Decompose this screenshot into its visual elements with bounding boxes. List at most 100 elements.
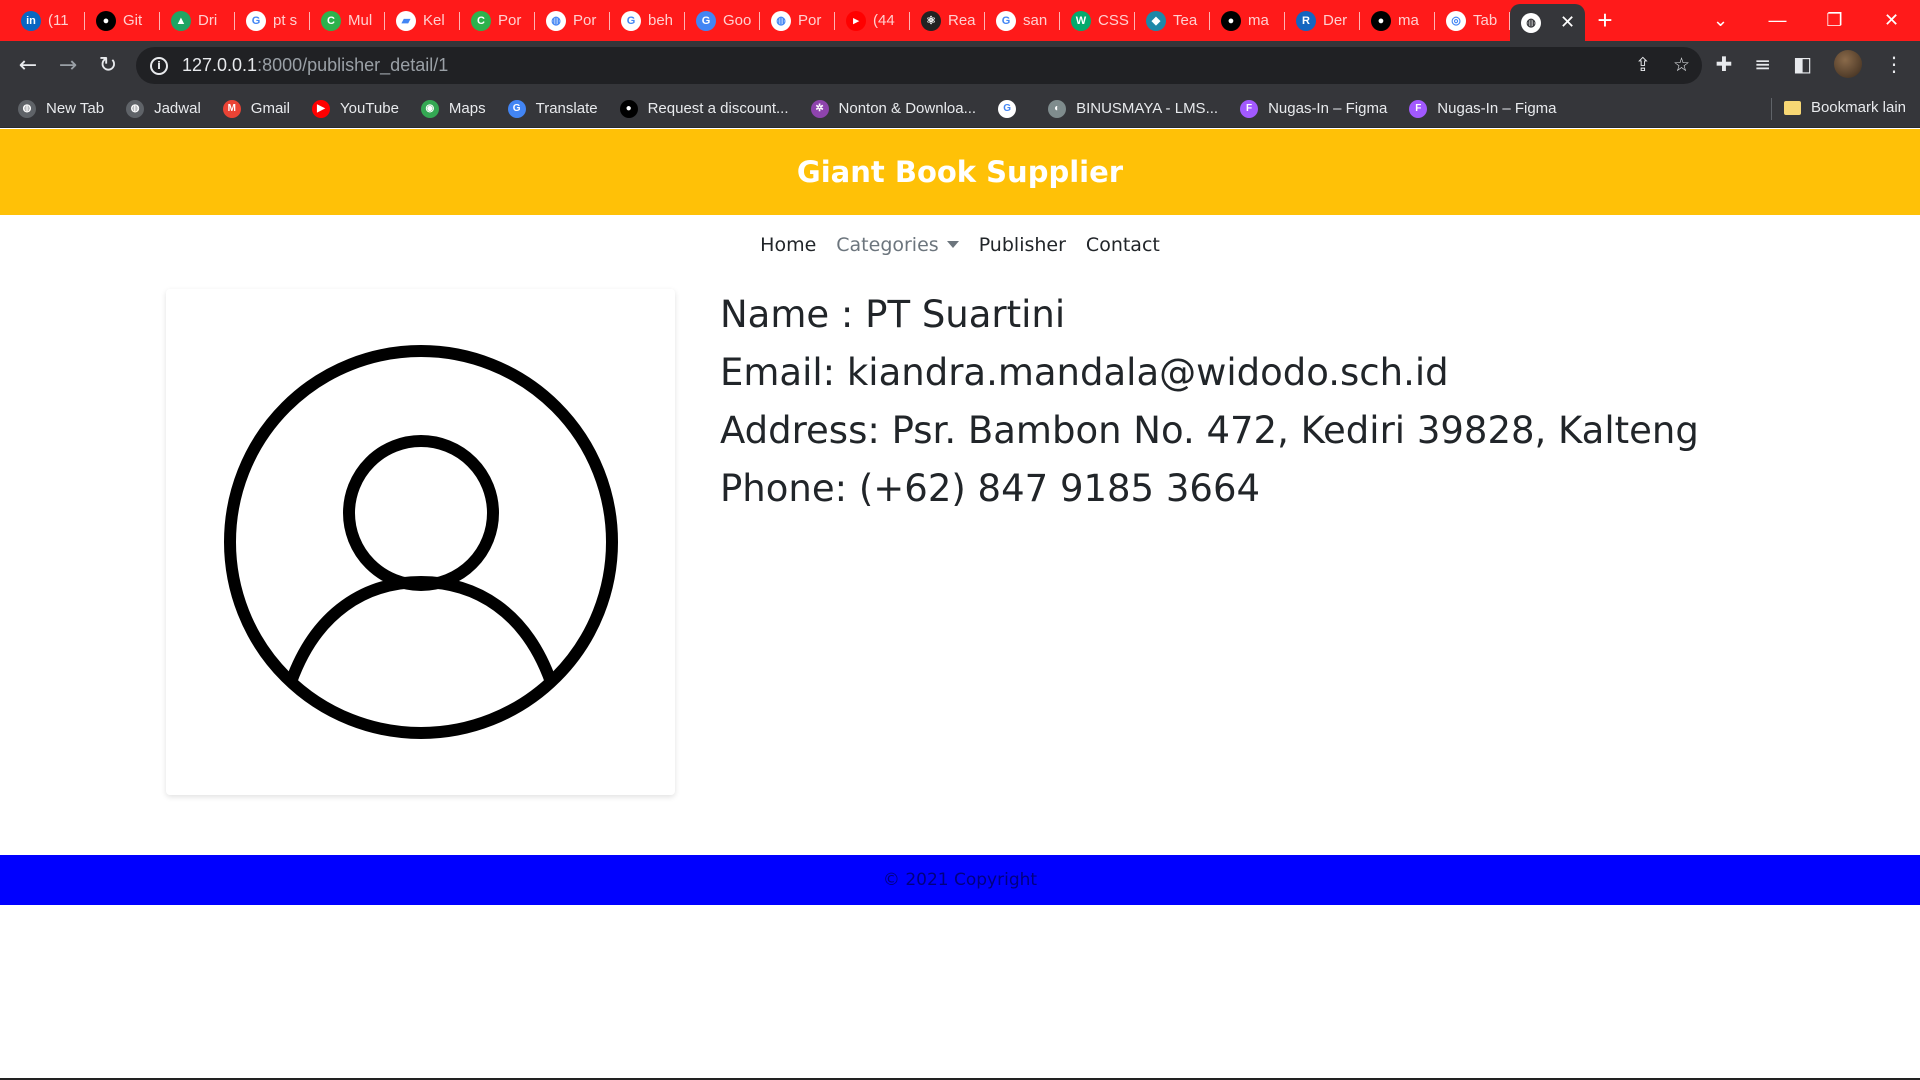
c-icon: C xyxy=(471,10,491,31)
browser-tab[interactable]: ● ma xyxy=(1360,0,1435,41)
browser-tab[interactable]: ● Git xyxy=(85,0,160,41)
maps-icon: ◉ xyxy=(420,99,439,118)
nav-categories-label: Categories xyxy=(836,234,939,256)
globe-icon: ◍ xyxy=(546,10,566,31)
tab-title: Por xyxy=(798,12,822,29)
bookmark-item[interactable]: F Nugas-In – Figma xyxy=(1409,99,1557,118)
nav-publisher[interactable]: Publisher xyxy=(979,234,1066,256)
url-text[interactable]: 127.0.0.1:8000/publisher_detail/1 xyxy=(182,55,448,76)
nav-contact[interactable]: Contact xyxy=(1086,234,1160,256)
bookmark-item[interactable]: ◐ BINUSMAYA - LMS... xyxy=(1048,99,1218,118)
figma-icon: F xyxy=(1409,99,1428,118)
publisher-details: Name : PT Suartini Email: kiandra.mandal… xyxy=(720,286,1699,518)
gmail-icon: M xyxy=(222,99,241,118)
site-title: Giant Book Supplier xyxy=(796,155,1124,189)
forward-button[interactable]: → xyxy=(48,46,88,86)
reload-button[interactable]: ↻ xyxy=(88,46,128,86)
translate-icon: G xyxy=(696,10,716,31)
bookmark-item[interactable]: ● Request a discount... xyxy=(619,99,789,118)
classroom-icon: ▰ xyxy=(396,10,416,31)
tab-title: Dri xyxy=(198,12,218,29)
media-control-icon[interactable]: ≡ xyxy=(1754,52,1771,76)
chrome-icon: ◎ xyxy=(1446,10,1466,31)
browser-tab[interactable]: ◍ Por xyxy=(760,0,835,41)
browser-tab[interactable]: C Mul xyxy=(310,0,385,41)
bookmark-label: Request a discount... xyxy=(647,100,789,117)
bookmark-label: Translate xyxy=(535,100,598,117)
page-content: Giant Book Supplier Home Categories Publ… xyxy=(0,129,1920,1080)
browser-tab[interactable]: R Der xyxy=(1285,0,1360,41)
menu-icon[interactable]: ⋮ xyxy=(1884,52,1904,76)
nav-home[interactable]: Home xyxy=(760,234,816,256)
browser-tab[interactable]: W CSS xyxy=(1060,0,1135,41)
c-icon: C xyxy=(321,10,341,31)
browser-tab[interactable]: Gpt s xyxy=(235,0,310,41)
site-info-icon[interactable]: i xyxy=(150,56,168,75)
r-icon: R xyxy=(1296,10,1316,31)
bookmark-label: New Tab xyxy=(46,100,105,117)
minimize-button[interactable]: — xyxy=(1749,0,1806,41)
profile-avatar[interactable] xyxy=(1834,50,1862,78)
close-tab-icon[interactable]: ✕ xyxy=(1560,12,1575,33)
browser-tab[interactable]: C Por xyxy=(460,0,535,41)
publisher-image-card xyxy=(166,289,675,795)
tab-search-icon[interactable]: ⌄ xyxy=(1692,0,1749,41)
globe-icon: ◍ xyxy=(18,99,36,118)
react-icon: ⚛ xyxy=(921,10,941,31)
browser-tab[interactable]: Gbeh xyxy=(610,0,685,41)
tab-title: Goo xyxy=(723,12,752,29)
tab-title: pt s xyxy=(273,12,298,29)
globe-icon: ◍ xyxy=(771,10,791,31)
browser-tab[interactable]: in (11 xyxy=(10,0,85,41)
browser-tab[interactable]: ▲ Dri xyxy=(160,0,235,41)
back-button[interactable]: ← xyxy=(8,46,48,86)
nav-categories-dropdown[interactable]: Categories xyxy=(836,234,959,256)
bookmark-item[interactable]: M Gmail xyxy=(222,99,290,118)
bookmark-item[interactable]: ▶ YouTube xyxy=(311,99,399,118)
address-bar[interactable]: i 127.0.0.1:8000/publisher_detail/1 ⇪ ☆ xyxy=(136,47,1702,84)
github-icon: ● xyxy=(1371,10,1391,31)
tab-title: Der xyxy=(1323,12,1348,29)
linkedin-icon: in xyxy=(21,10,41,31)
tab-title: (44 xyxy=(873,12,895,29)
close-window-button[interactable]: ✕ xyxy=(1863,0,1920,41)
url-path: :8000/publisher_detail/1 xyxy=(257,55,449,75)
active-browser-tab[interactable]: ◍ ✕ xyxy=(1510,4,1585,41)
browser-tab[interactable]: ◍ Por xyxy=(535,0,610,41)
bookmark-star-icon[interactable]: ☆ xyxy=(1673,54,1690,76)
browser-tab[interactable]: ● ma xyxy=(1210,0,1285,41)
extensions-icon[interactable]: ✚ xyxy=(1716,52,1733,76)
caret-down-icon xyxy=(946,241,959,248)
restore-button[interactable]: ❐ xyxy=(1806,0,1863,41)
google-icon: G xyxy=(621,10,641,31)
browser-tab[interactable]: ◎ Tab xyxy=(1435,0,1510,41)
browser-tab[interactable]: Gsan xyxy=(985,0,1060,41)
github-icon: ● xyxy=(96,10,116,31)
browser-tab[interactable]: ⚛ Rea xyxy=(910,0,985,41)
tab-title: Por xyxy=(498,12,522,29)
browser-tab[interactable]: ▰ Kel xyxy=(385,0,460,41)
new-tab-button[interactable]: + xyxy=(1585,0,1625,41)
browser-tab[interactable]: G Goo xyxy=(685,0,760,41)
bookmark-item[interactable]: ◉ Maps xyxy=(420,99,486,118)
diamond-icon: ◆ xyxy=(1146,10,1166,31)
bookmark-item[interactable]: ✲ Nonton & Downloa... xyxy=(810,99,976,118)
bookmark-item[interactable]: F Nugas-In – Figma xyxy=(1240,99,1388,118)
bookmark-item[interactable]: G xyxy=(998,99,1026,118)
other-bookmarks[interactable]: Bookmark lain xyxy=(1783,99,1906,116)
bookmark-label: Nugas-In – Figma xyxy=(1268,100,1388,117)
tab-title: Tea xyxy=(1173,12,1198,29)
bookmark-item[interactable]: G Translate xyxy=(507,99,598,118)
bookmark-item[interactable]: ◍ Jadwal xyxy=(126,99,201,118)
browser-tab[interactable]: ◆ Tea xyxy=(1135,0,1210,41)
browser-tab[interactable]: ▸ (44 xyxy=(835,0,910,41)
publisher-name: Name : PT Suartini xyxy=(720,293,1066,336)
side-panel-icon[interactable]: ◧ xyxy=(1793,52,1812,76)
youtube-icon: ▶ xyxy=(311,99,330,118)
user-avatar-icon xyxy=(223,345,618,739)
share-icon[interactable]: ⇪ xyxy=(1635,54,1651,76)
browser-toolbar: ← → ↻ i 127.0.0.1:8000/publisher_detail/… xyxy=(0,41,1920,90)
copyright-text: © 2021 Copyright xyxy=(882,870,1038,890)
tab-title: (11 xyxy=(48,12,69,29)
bookmark-item[interactable]: ◍ New Tab xyxy=(18,99,105,118)
